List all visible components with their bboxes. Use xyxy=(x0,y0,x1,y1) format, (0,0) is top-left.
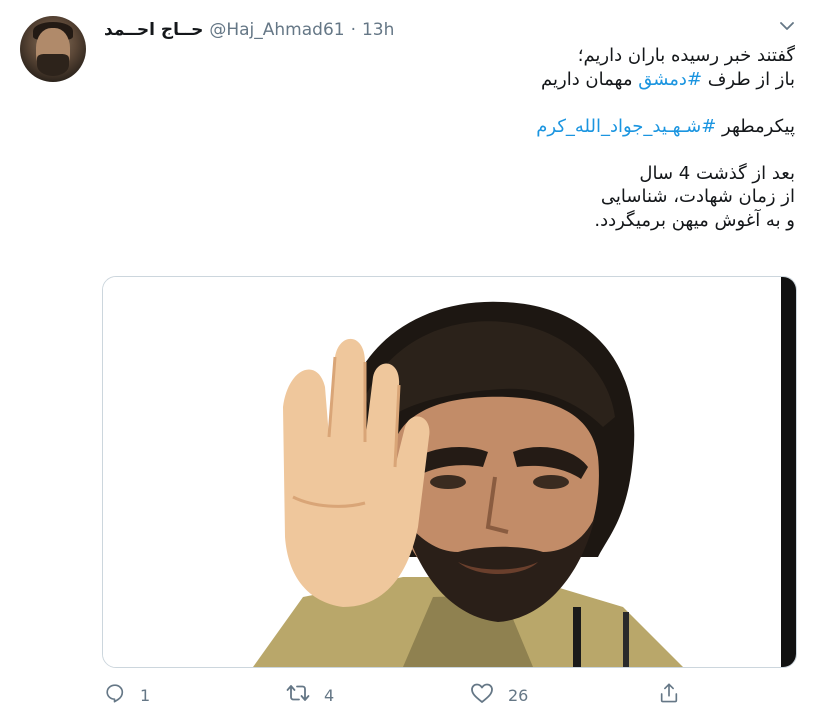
tweet-text-line xyxy=(105,138,795,162)
tweet-text-line: پیکرمطهر #شـهـید_جواد_الله_کرم xyxy=(105,115,795,139)
hashtag-link[interactable]: #شـهـید_جواد_الله_کرم xyxy=(536,116,716,137)
tweet-text-span: از زمان شهادت، شناسایی xyxy=(600,186,795,207)
tweet-text-line xyxy=(105,91,795,115)
like-count: 26 xyxy=(508,685,529,705)
retweet-count: 4 xyxy=(324,685,335,705)
tweet-text-span: پیکرمطهر xyxy=(716,115,795,137)
share-icon xyxy=(658,682,680,708)
share-button[interactable] xyxy=(658,680,680,710)
chevron-down-icon[interactable] xyxy=(777,16,797,36)
tweet-text-line: و به آغوش میهن برمیگردد. xyxy=(105,209,795,233)
tweet-text-span: گفتند خبر رسیده باران داریم؛ xyxy=(577,45,795,66)
tweet-text: گفتند خبر رسیده باران داریم؛ باز از طرف #… xyxy=(105,44,795,232)
tweet-text-line: گفتند خبر رسیده باران داریم؛ xyxy=(105,44,795,68)
avatar[interactable] xyxy=(20,16,86,82)
hashtag-link[interactable]: #دمشق xyxy=(638,69,702,90)
reply-button[interactable]: 1 xyxy=(104,680,150,710)
retweet-button[interactable]: 4 xyxy=(286,680,334,710)
tweet-text-span: باز از طرف xyxy=(702,68,795,90)
display-name[interactable]: حــاج احــمد xyxy=(104,20,203,40)
handle[interactable]: @Haj_Ahmad61 xyxy=(209,20,344,40)
reply-count: 1 xyxy=(140,685,151,705)
portrait-illustration xyxy=(103,277,796,667)
like-button[interactable]: 26 xyxy=(470,680,528,710)
tweet-actions: 1 4 26 xyxy=(100,680,700,710)
tweet-text-span: و به آغوش میهن برمیگردد. xyxy=(594,209,795,231)
tweet-text-span: مهمان داریم xyxy=(541,68,639,90)
separator-dot: · xyxy=(350,20,356,40)
timestamp[interactable]: 13h xyxy=(362,20,394,40)
tweet-media-image[interactable] xyxy=(102,276,797,668)
heart-icon xyxy=(470,682,494,708)
avatar-beard xyxy=(37,54,69,76)
reply-icon xyxy=(104,682,126,708)
retweet-icon xyxy=(286,682,310,708)
tweet-text-line: از زمان شهادت، شناسایی xyxy=(105,185,795,209)
tweet-text-line: باز از طرف #دمشق مهمان داریم xyxy=(105,68,795,92)
tweet-text-line: بعد از گذشت 4 سال xyxy=(105,162,795,186)
tweet-header: حــاج احــمد @Haj_Ahmad61 · 13h xyxy=(104,18,394,42)
tweet-text-span: بعد از گذشت 4 سال xyxy=(639,162,795,184)
